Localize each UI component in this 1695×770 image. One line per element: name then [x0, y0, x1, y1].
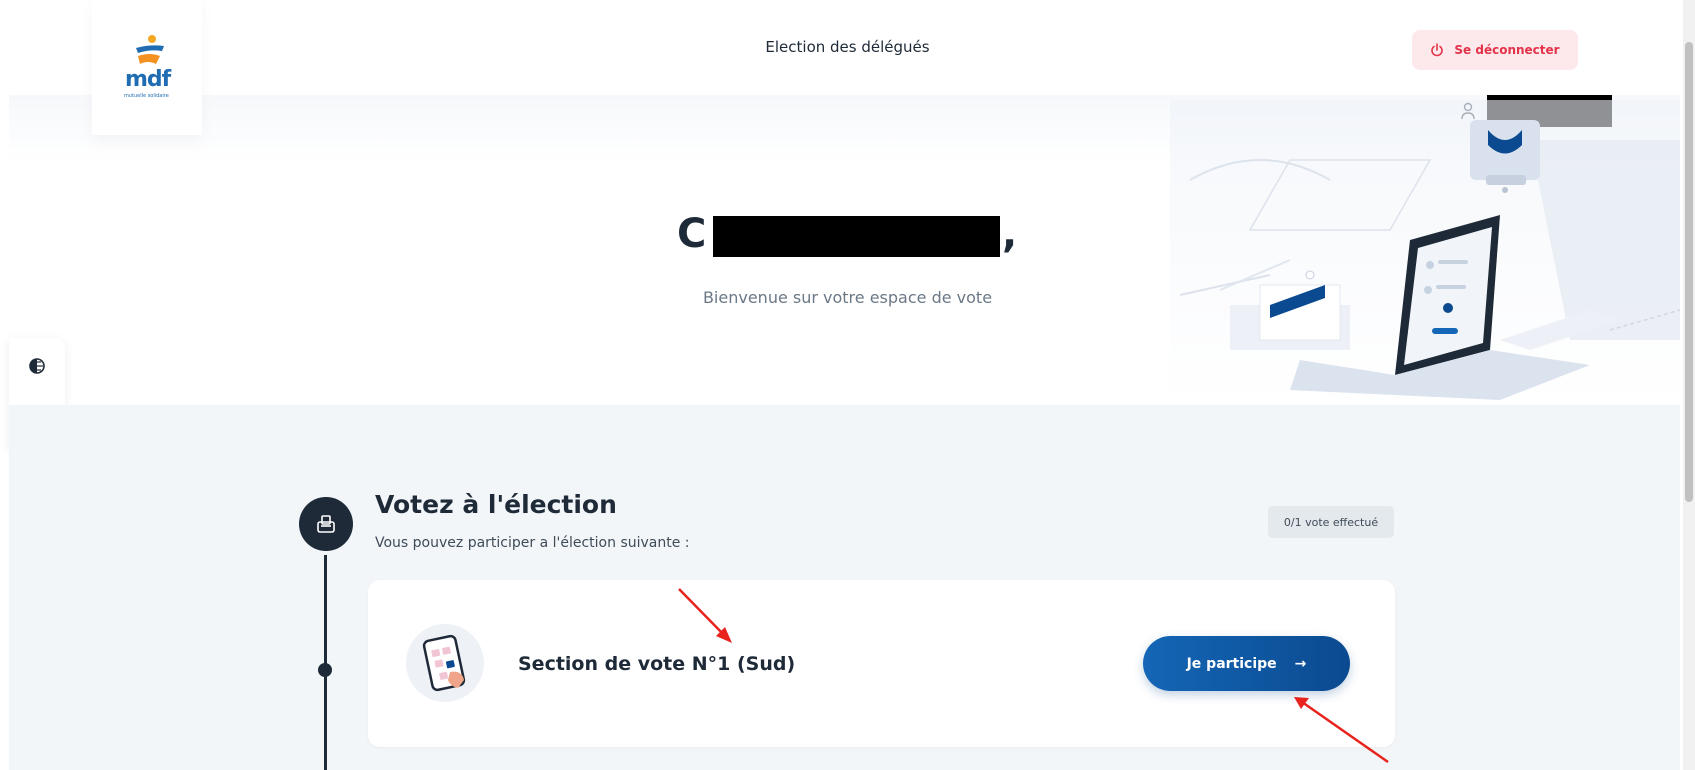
election-title: Votez à l'élection	[375, 490, 617, 519]
participate-button[interactable]: Je participe →	[1143, 636, 1350, 691]
logo-text: mdf	[125, 67, 171, 92]
power-icon	[1431, 43, 1444, 57]
voting-section-title: Section de vote N°1 (Sud)	[518, 653, 796, 675]
ballot-box-icon	[317, 515, 335, 533]
timeline-dot	[318, 663, 332, 677]
vote-count-badge: 0/1 vote effectué	[1268, 506, 1394, 538]
logo-subtext: mutuelle solidaire	[124, 93, 169, 99]
election-subtitle: Vous pouvez participer a l'élection suiv…	[375, 535, 690, 551]
greeting-initial: C	[677, 211, 707, 257]
contrast-button[interactable]	[9, 338, 65, 394]
participate-label: Je participe	[1186, 655, 1277, 672]
phone-vote-icon	[406, 624, 484, 702]
logout-label: Se déconnecter	[1454, 43, 1560, 57]
timeline-step-icon	[299, 497, 353, 551]
arrow-right-icon: →	[1294, 655, 1307, 672]
contrast-icon	[29, 358, 45, 374]
scrollbar-thumb[interactable]	[1685, 42, 1693, 502]
voting-laptop-illustration	[1170, 100, 1680, 410]
logout-button[interactable]: Se déconnecter	[1412, 30, 1578, 70]
greeting-name-redacted	[713, 216, 1000, 257]
greeting-comma: ,	[1002, 211, 1018, 257]
